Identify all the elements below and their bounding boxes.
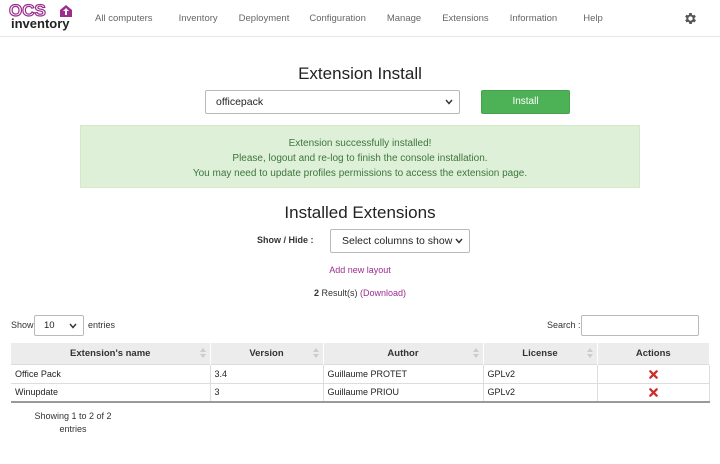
nav-inventory[interactable]: Inventory <box>179 0 218 37</box>
chevron-down-icon <box>69 323 77 329</box>
col-header-license[interactable]: License <box>483 343 598 364</box>
add-new-layout-link[interactable]: Add new layout <box>329 265 391 275</box>
extensions-table: Extension's name Version Author License … <box>11 343 710 403</box>
logo-inventory-text: inventory <box>11 16 70 31</box>
show-label: Show <box>11 320 34 330</box>
alert-line-1: Extension successfully installed! <box>288 138 432 149</box>
nav-deployment[interactable]: Deployment <box>239 0 290 37</box>
result-text: Result(s) <box>318 288 360 298</box>
success-alert: Extension successfully installed! Please… <box>80 125 640 188</box>
sort-icon <box>586 348 593 358</box>
cell-author: Guillaume PRIOU <box>323 382 484 403</box>
download-link[interactable]: (Download) <box>360 288 406 298</box>
cell-version: 3 <box>210 382 324 403</box>
col-header-license-label: License <box>522 347 558 359</box>
nav-extensions[interactable]: Extensions <box>442 0 488 37</box>
cell-actions <box>597 363 710 383</box>
columns-select[interactable]: Select columns to show <box>330 229 470 253</box>
cell-name: Office Pack <box>11 363 211 383</box>
cell-name: Winupdate <box>11 382 211 403</box>
installed-extensions-title: Installed Extensions <box>284 203 436 222</box>
col-header-name-label: Extension's name <box>70 347 151 359</box>
nav-help[interactable]: Help <box>583 0 603 37</box>
show-hide-label: Show / Hide : <box>257 235 314 245</box>
col-header-name[interactable]: Extension's name <box>11 343 211 364</box>
ocs-inventory-logo[interactable]: OCS inventory <box>8 1 77 33</box>
extension-install-title: Extension Install <box>298 64 422 83</box>
table-header-row: Extension's name Version Author License … <box>11 343 710 364</box>
sort-icon <box>312 348 319 358</box>
col-header-actions-label: Actions <box>635 347 671 359</box>
chevron-down-icon <box>445 99 453 105</box>
search-input[interactable] <box>581 315 699 336</box>
sort-icon <box>472 348 479 358</box>
cell-license: GPLv2 <box>483 363 598 383</box>
entries-select-value: 10 <box>44 320 55 331</box>
install-button[interactable]: Install <box>481 90 570 114</box>
col-header-author[interactable]: Author <box>323 343 484 364</box>
main-menu: All computers Inventory Deployment Confi… <box>95 0 603 37</box>
col-header-author-label: Author <box>387 347 419 359</box>
nav-configuration[interactable]: Configuration <box>309 0 366 37</box>
alert-line-2: Please, logout and re-log to finish the … <box>232 153 488 164</box>
cell-license: GPLv2 <box>483 382 598 403</box>
entries-select[interactable]: 10 <box>34 315 84 336</box>
col-header-actions: Actions <box>597 343 710 364</box>
delete-icon[interactable] <box>648 388 658 398</box>
columns-select-value: Select columns to show <box>342 235 453 247</box>
extension-select[interactable]: officepack <box>205 90 460 114</box>
delete-icon[interactable] <box>648 369 658 379</box>
navbar: OCS inventory All computers Inventory De… <box>0 0 720 37</box>
nav-information[interactable]: Information <box>510 0 558 37</box>
nav-all-computers[interactable]: All computers <box>95 0 153 37</box>
entries-label: entries <box>88 320 116 330</box>
add-layout-link: Add new layout <box>0 265 720 275</box>
table-info: Showing 1 to 2 of 2 entries <box>34 411 112 434</box>
table-row: Winupdate 3 Guillaume PRIOU GPLv2 <box>11 382 710 403</box>
extension-select-value: officepack <box>216 96 264 108</box>
table-row: Office Pack 3.4 Guillaume PROTET GPLv2 <box>11 363 710 383</box>
search-label: Search : <box>547 320 581 330</box>
col-header-version-label: Version <box>249 347 284 359</box>
alert-line-3: You may need to update profiles permissi… <box>192 168 528 179</box>
nav-manage[interactable]: Manage <box>387 0 421 37</box>
col-header-version[interactable]: Version <box>210 343 324 364</box>
gear-icon[interactable] <box>683 11 698 26</box>
cell-actions <box>597 382 710 403</box>
results-summary: 2 Result(s) (Download) <box>0 288 720 298</box>
sort-icon <box>199 348 206 358</box>
cell-version: 3.4 <box>210 363 324 383</box>
cell-author: Guillaume PROTET <box>323 363 484 383</box>
chevron-down-icon <box>455 238 463 244</box>
